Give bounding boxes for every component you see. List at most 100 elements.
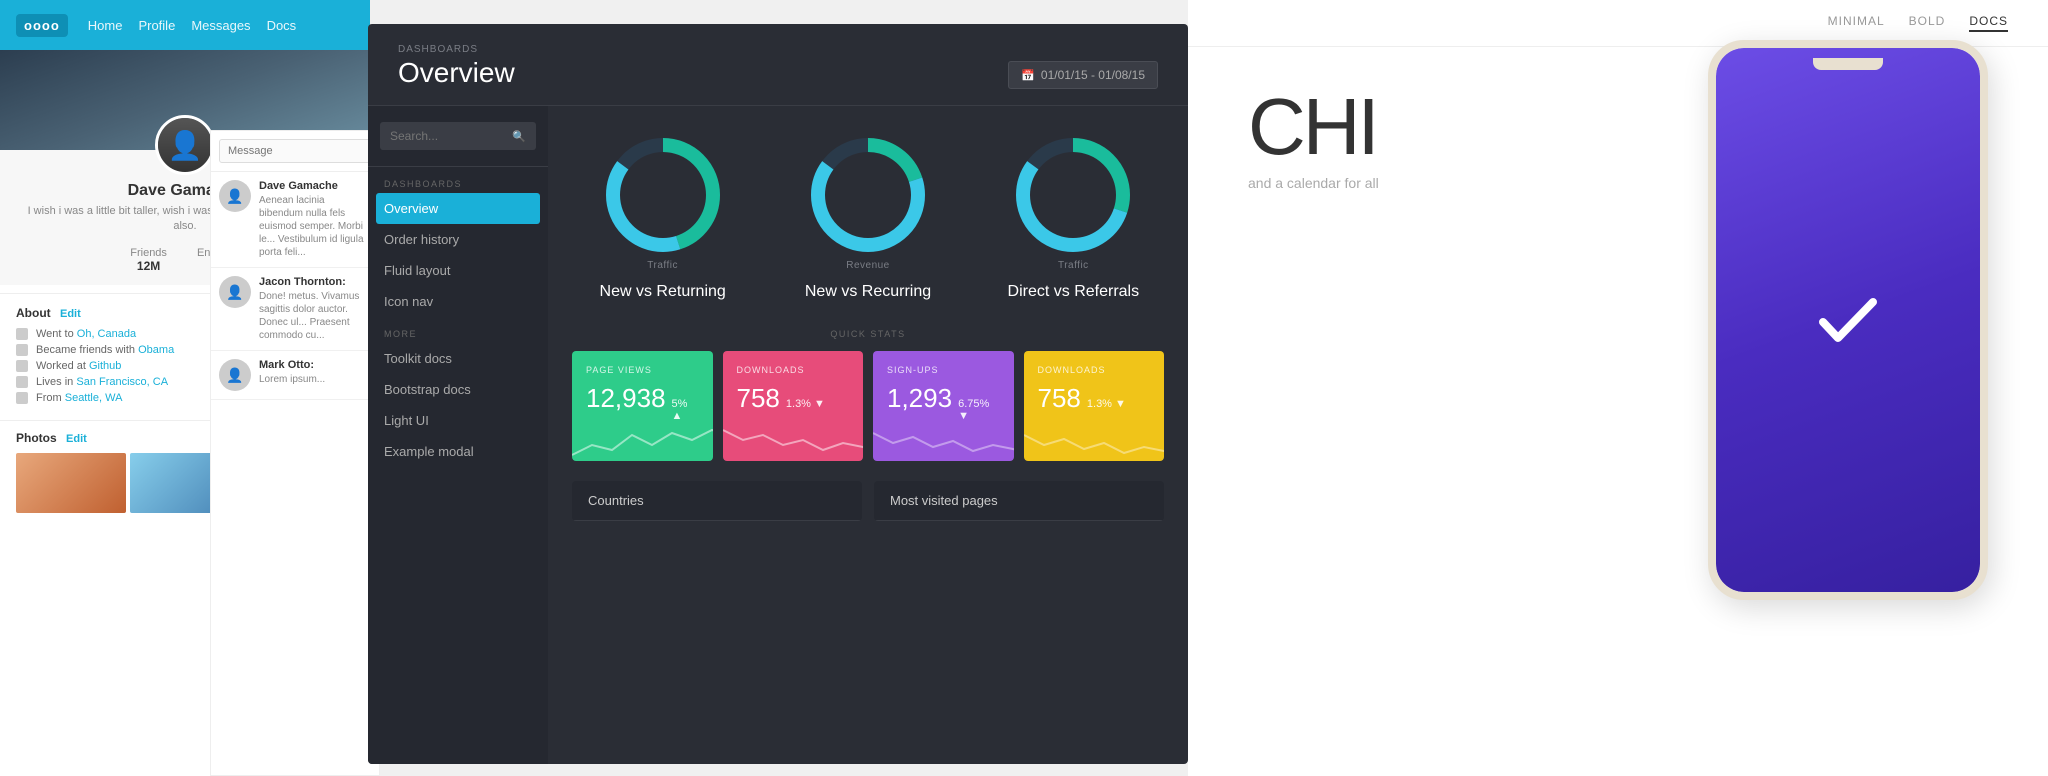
chart2-title: New vs Recurring	[805, 283, 931, 301]
photo-thumb-1[interactable]	[16, 453, 126, 513]
msg-avatar-dave: 👤	[219, 180, 251, 212]
downloads-red-value: 758	[737, 383, 780, 414]
chart-traffic-new-returning: Traffic New vs Returning	[572, 130, 753, 301]
right-nav-docs[interactable]: DOCS	[1969, 14, 2008, 32]
phone-notch	[1813, 58, 1883, 70]
nav-docs[interactable]: Docs	[267, 18, 297, 33]
pageviews-value: 12,938	[586, 383, 666, 414]
downloads-yellow-label: DOWNLOADS	[1038, 365, 1151, 375]
signups-label: SIGN-UPS	[887, 365, 1000, 375]
dash-body: 🔍 DASHBOARDS Overview Order history Flui…	[368, 106, 1188, 764]
sidebar-item-example-modal[interactable]: Example modal	[368, 436, 548, 467]
right-nav-minimal[interactable]: MINIMAL	[1828, 14, 1885, 32]
quick-stats-label: QUICK STATS	[572, 329, 1164, 339]
dash-search-input[interactable]	[390, 129, 506, 143]
sidebar-item-bootstrap-docs[interactable]: Bootstrap docs	[368, 374, 548, 405]
stat-card-signups: SIGN-UPS 1,293 6.75% ▼	[873, 351, 1014, 461]
sidebar-item-light-ui[interactable]: Light UI	[368, 405, 548, 436]
msg-text-dave: Aenean lacinia bibendum nulla fels euism…	[259, 194, 371, 259]
search-icon: 🔍	[512, 130, 526, 143]
dash-title: Overview	[398, 57, 515, 89]
dash-date-range[interactable]: 📅 01/01/15 - 01/08/15	[1008, 61, 1158, 89]
signups-value: 1,293	[887, 383, 952, 414]
friends-value: 12M	[130, 259, 167, 273]
sidebar-item-order-history[interactable]: Order history	[368, 224, 548, 255]
message-input[interactable]	[219, 139, 371, 163]
sidebar-item-fluid-layout[interactable]: Fluid layout	[368, 255, 548, 286]
pin-icon	[16, 392, 28, 404]
most-visited-table-header: Most visited pages	[874, 481, 1164, 521]
calendar-icon: 📅	[1021, 68, 1035, 82]
most-visited-table-card: Most visited pages	[874, 481, 1164, 521]
msg-name-jacon: Jacon Thornton:	[259, 276, 371, 288]
chart1-category: Traffic	[647, 260, 678, 271]
friends-stat: Friends 12M	[130, 247, 167, 273]
msg-name-mark: Mark Otto:	[259, 359, 371, 371]
donut-svg-3	[1008, 130, 1138, 260]
chart2-category: Revenue	[846, 260, 890, 271]
phone-screen	[1716, 48, 1980, 592]
date-range-text: 01/01/15 - 01/08/15	[1041, 68, 1145, 82]
chart-traffic-direct-referrals: Traffic Direct vs Referrals	[983, 130, 1164, 301]
msg-name-dave: Dave Gamache	[259, 180, 371, 192]
pageviews-sparkline	[572, 425, 713, 461]
dash-search-wrap: 🔍	[368, 122, 548, 167]
right-nav-bold[interactable]: BOLD	[1909, 14, 1946, 32]
nav-profile[interactable]: Profile	[138, 18, 175, 33]
chart3-title: Direct vs Referrals	[1008, 283, 1140, 301]
msg-text-jacon: Done! metus. Vivamus sagittis dolor auct…	[259, 290, 371, 342]
dashboards-section-label: DASHBOARDS	[368, 167, 548, 193]
msg-content-mark: Mark Otto: Lorem ipsum...	[259, 359, 371, 391]
charts-row: Traffic New vs Returning Reve	[572, 130, 1164, 301]
sidebar-item-icon-nav[interactable]: Icon nav	[368, 286, 548, 317]
dash-breadcrumb: DASHBOARDS	[398, 44, 515, 55]
social-logo: oooo	[16, 14, 68, 37]
msg-content-dave: Dave Gamache Aenean lacinia bibendum nul…	[259, 180, 371, 259]
work-icon	[16, 360, 28, 372]
chart1-title: New vs Returning	[600, 283, 726, 301]
tables-row: Countries Most visited pages	[572, 481, 1164, 521]
downloads-yellow-value: 758	[1038, 383, 1081, 414]
sidebar-item-overview[interactable]: Overview	[376, 193, 540, 224]
donut-chart-2	[803, 130, 933, 260]
message-input-bar	[211, 131, 379, 172]
phone-mockup	[1708, 40, 1988, 600]
nav-messages[interactable]: Messages	[191, 18, 250, 33]
messages-panel: 👤 Dave Gamache Aenean lacinia bibendum n…	[210, 130, 380, 776]
dash-search-container: 🔍	[380, 122, 536, 150]
home-icon	[16, 376, 28, 388]
signups-sparkline	[873, 425, 1014, 461]
avatar: 👤	[155, 115, 215, 175]
avatar-image: 👤	[158, 118, 212, 172]
chart3-category: Traffic	[1058, 260, 1089, 271]
chart-revenue-new-recurring: Revenue New vs Recurring	[777, 130, 958, 301]
stats-row: PAGE VIEWS 12,938 5% ▲ DOWNLOADS 758 1.3…	[572, 351, 1164, 461]
msg-avatar-jacon: 👤	[219, 276, 251, 308]
social-nav-links: Home Profile Messages Docs	[88, 18, 296, 33]
dash-header-left: DASHBOARDS Overview	[398, 44, 515, 89]
dash-main-content: Traffic New vs Returning Reve	[548, 106, 1188, 764]
checkmark-icon	[1808, 280, 1888, 360]
phone-outer	[1708, 40, 1988, 600]
message-item-mark[interactable]: 👤 Mark Otto: Lorem ipsum...	[211, 351, 379, 400]
pageviews-label: PAGE VIEWS	[586, 365, 699, 375]
message-item-jacon[interactable]: 👤 Jacon Thornton: Done! metus. Vivamus s…	[211, 268, 379, 351]
downloads-yellow-sparkline	[1024, 425, 1165, 461]
sidebar-item-toolkit-docs[interactable]: Toolkit docs	[368, 343, 548, 374]
photos-edit-link[interactable]: Edit	[66, 433, 87, 445]
dash-header: DASHBOARDS Overview 📅 01/01/15 - 01/08/1…	[368, 24, 1188, 106]
countries-table-card: Countries	[572, 481, 862, 521]
message-item-dave[interactable]: 👤 Dave Gamache Aenean lacinia bibendum n…	[211, 172, 379, 268]
downloads-red-change: 1.3% ▼	[786, 398, 825, 410]
donut-chart-3	[1008, 130, 1138, 260]
right-panel: MINIMAL BOLD DOCS CHI and a calendar for…	[1188, 0, 2048, 776]
downloads-red-sparkline	[723, 425, 864, 461]
about-edit-link[interactable]: Edit	[60, 308, 81, 320]
nav-home[interactable]: Home	[88, 18, 123, 33]
countries-table-header: Countries	[572, 481, 862, 521]
donut-svg-1	[598, 130, 728, 260]
pageviews-change: 5% ▲	[672, 398, 699, 422]
msg-content-jacon: Jacon Thornton: Done! metus. Vivamus sag…	[259, 276, 371, 342]
downloads-yellow-change: 1.3% ▼	[1087, 398, 1126, 410]
people-icon	[16, 344, 28, 356]
